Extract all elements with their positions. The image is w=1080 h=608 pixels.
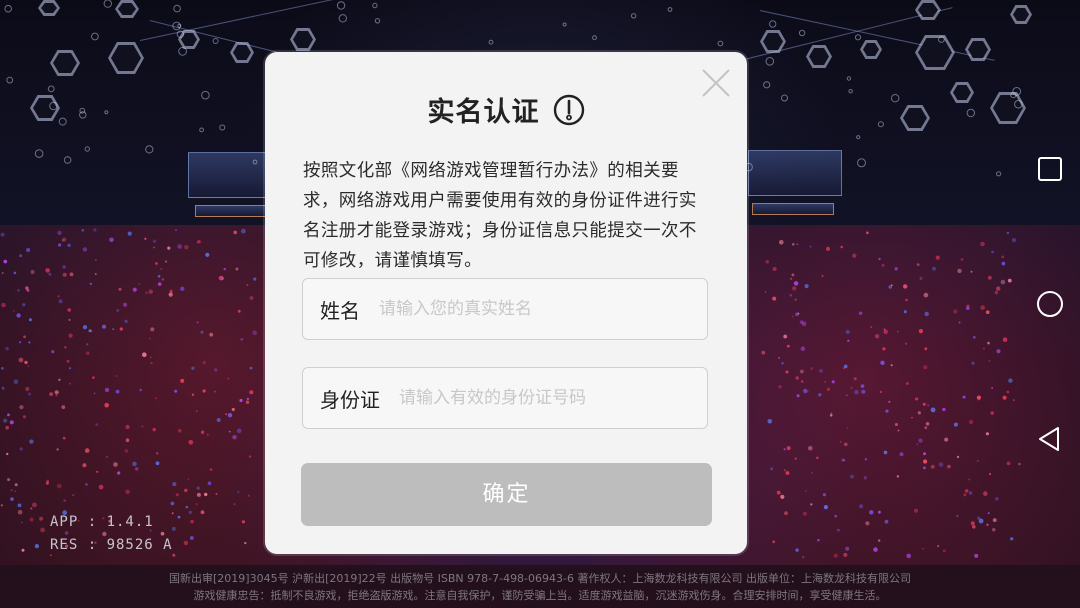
name-label: 姓名	[320, 298, 360, 323]
dialog-header: 实名认证	[265, 90, 747, 128]
system-nav-bar	[1018, 0, 1080, 608]
id-number-field: 身份证	[302, 367, 708, 429]
publishing-info: 国新出审[2019]3045号 沪新出[2019]22号 出版物号 ISBN 9…	[169, 572, 911, 585]
confirm-button[interactable]: 确定	[301, 463, 712, 526]
id-number-input[interactable]	[380, 367, 707, 429]
dialog-description: 按照文化部《网络游戏管理暂行办法》的相关要求，网络游戏用户需要使用有效的身份证件…	[303, 161, 697, 271]
name-input[interactable]	[360, 278, 707, 340]
home-icon[interactable]	[1036, 290, 1064, 318]
res-version: RES : 98526 A	[50, 537, 173, 553]
id-number-label: 身份证	[320, 387, 380, 412]
info-icon[interactable]	[553, 94, 585, 126]
name-field: 姓名	[302, 278, 708, 340]
back-icon[interactable]	[1036, 425, 1064, 453]
recents-icon[interactable]	[1036, 155, 1064, 183]
dialog-title: 实名认证	[427, 97, 540, 128]
real-name-verification-dialog: 实名认证 按照文化部《网络游戏管理暂行办法》的相关要求，网络游戏用户需要使用有效…	[265, 52, 747, 554]
app-version: APP : 1.4.1	[50, 514, 154, 530]
health-advisory: 游戏健康忠告：抵制不良游戏，拒绝盗版游戏。注意自我保护，谨防受骗上当。适度游戏益…	[193, 589, 887, 602]
